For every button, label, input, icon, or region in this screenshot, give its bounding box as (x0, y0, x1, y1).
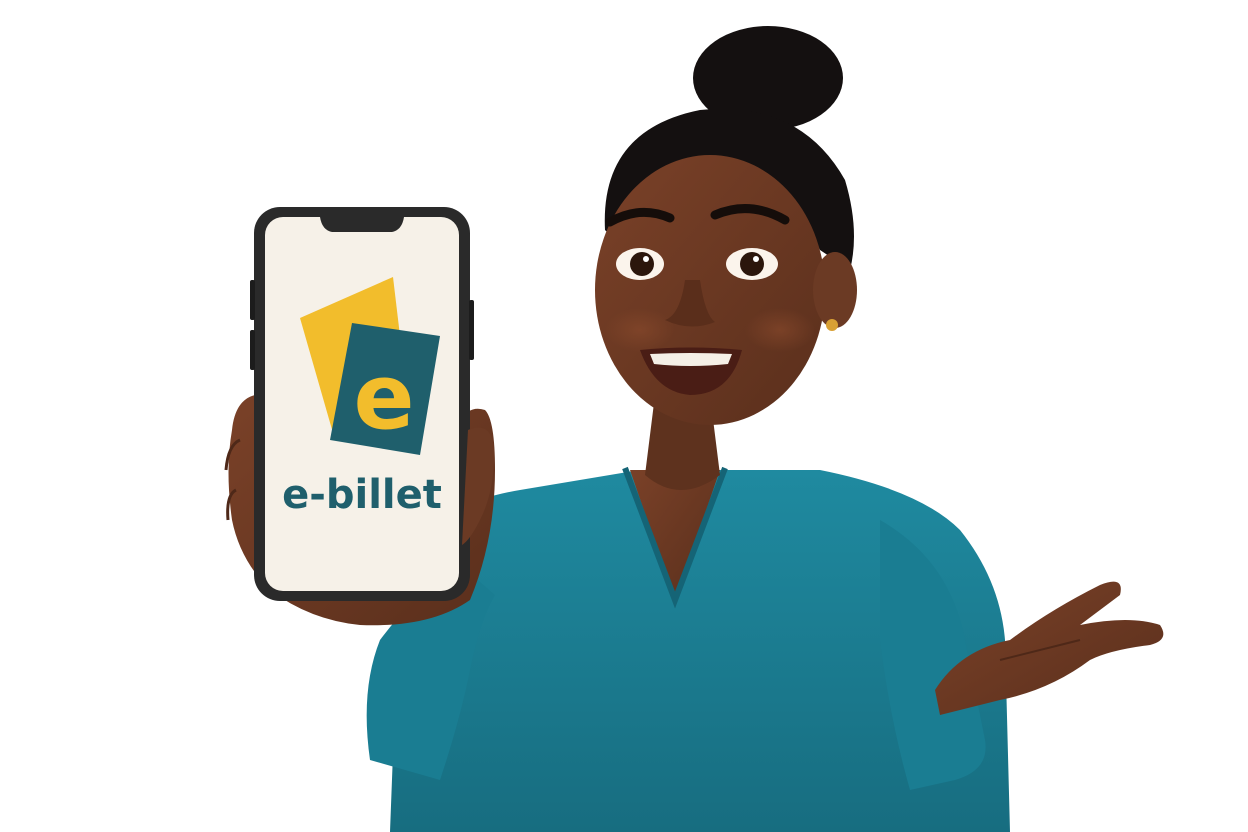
app-wordmark: e-billet (282, 472, 442, 518)
e-billet-logo-icon: e e-billet (282, 277, 442, 518)
logo-letter: e (353, 345, 414, 450)
illustration-scene: e e-billet (0, 0, 1248, 832)
